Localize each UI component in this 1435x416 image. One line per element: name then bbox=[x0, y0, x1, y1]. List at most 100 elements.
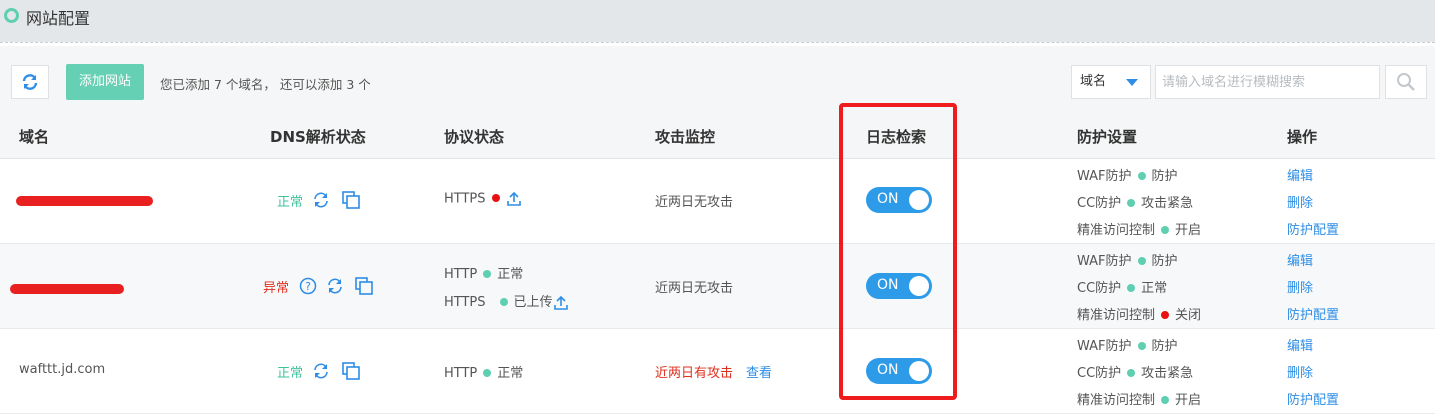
edit-link[interactable]: 编辑 bbox=[1287, 335, 1313, 354]
dns-status: 正常 bbox=[277, 366, 304, 381]
column-header-actions: 操作 bbox=[1287, 128, 1318, 146]
protection-name: WAF防护 bbox=[1077, 169, 1132, 184]
status-dot bbox=[1137, 341, 1146, 350]
protection-item: CC防护 攻击紧急 bbox=[1077, 192, 1193, 211]
protocol-status: HTTP 正常 bbox=[444, 263, 523, 282]
protection-item: WAF防护 防护 bbox=[1077, 165, 1178, 184]
protection-name: CC防护 bbox=[1077, 366, 1122, 381]
add-website-button[interactable]: 添加网站 bbox=[66, 64, 144, 100]
protection-value: 开启 bbox=[1175, 393, 1202, 408]
attack-status: 近两日无攻击 bbox=[655, 195, 734, 210]
protection-name: WAF防护 bbox=[1077, 254, 1132, 269]
protection-name: 精准访问控制 bbox=[1077, 308, 1156, 323]
delete-link[interactable]: 删除 bbox=[1287, 277, 1313, 296]
protocol-name: HTTP bbox=[444, 366, 478, 381]
protection-name: 精准访问控制 bbox=[1077, 393, 1156, 408]
column-header-log: 日志检索 bbox=[866, 128, 927, 146]
search-button[interactable] bbox=[1385, 65, 1427, 99]
protection-item: WAF防护 防护 bbox=[1077, 250, 1178, 269]
protection-config-link[interactable]: 防护配置 bbox=[1287, 219, 1339, 238]
protection-config-link[interactable]: 防护配置 bbox=[1287, 389, 1339, 408]
protocol-status: HTTP 正常 bbox=[444, 362, 523, 381]
protection-name: CC防护 bbox=[1077, 196, 1122, 211]
help-icon[interactable]: ? bbox=[299, 277, 317, 295]
status-dot bbox=[1161, 225, 1170, 234]
search-field-value: 域名 bbox=[1080, 74, 1107, 89]
protection-name: WAF防护 bbox=[1077, 339, 1132, 354]
status-dot bbox=[1127, 198, 1136, 207]
refresh-icon[interactable] bbox=[312, 362, 330, 380]
domain-name: wafttt.jd.com bbox=[19, 362, 106, 377]
protection-item: 精准访问控制 关闭 bbox=[1077, 304, 1201, 323]
status-dot bbox=[1137, 256, 1146, 265]
table-header: 域名 DNS解析状态 协议状态 攻击监控 日志检索 防护设置 操作 bbox=[0, 114, 1435, 159]
table-row: 正常 HTTPS 近两日无攻击 ON WAF防护 防护 CC防护 攻击紧急 精准访问… bbox=[0, 159, 1435, 244]
status-dot bbox=[1127, 283, 1136, 292]
status-dot bbox=[499, 297, 508, 306]
svg-text:?: ? bbox=[305, 280, 311, 293]
redacted-domain bbox=[10, 284, 124, 294]
edit-link[interactable]: 编辑 bbox=[1287, 250, 1313, 269]
refresh-icon bbox=[22, 74, 38, 90]
column-header-attack: 攻击监控 bbox=[655, 128, 716, 146]
protection-name: 精准访问控制 bbox=[1077, 223, 1156, 238]
dns-status: 正常 bbox=[277, 195, 304, 210]
copy-icon[interactable] bbox=[342, 191, 360, 209]
attack-status: 近两日无攻击 bbox=[655, 281, 734, 296]
toggle-knob bbox=[909, 276, 929, 296]
protection-value: 防护 bbox=[1151, 254, 1178, 269]
toggle-knob bbox=[909, 361, 929, 381]
toggle-label: ON bbox=[877, 191, 899, 207]
protocol-state: 正常 bbox=[497, 366, 524, 381]
toggle-label: ON bbox=[877, 277, 899, 293]
log-search-toggle[interactable]: ON bbox=[866, 273, 932, 299]
edit-link[interactable]: 编辑 bbox=[1287, 165, 1313, 184]
protection-value: 关闭 bbox=[1175, 308, 1202, 323]
divider bbox=[0, 42, 1435, 43]
toggle-label: ON bbox=[877, 362, 899, 378]
log-search-toggle[interactable]: ON bbox=[866, 358, 932, 384]
caret-down-icon bbox=[1126, 79, 1138, 86]
attack-status: 近两日有攻击 bbox=[655, 366, 734, 381]
column-header-protection: 防护设置 bbox=[1077, 128, 1138, 146]
copy-icon[interactable] bbox=[355, 277, 373, 295]
page-title: 网站配置 bbox=[26, 9, 91, 28]
search-field-select[interactable]: 域名 bbox=[1071, 65, 1151, 99]
view-attack-link[interactable]: 查看 bbox=[746, 362, 772, 381]
protection-name: CC防护 bbox=[1077, 281, 1122, 296]
search-icon bbox=[1397, 73, 1415, 91]
protection-value: 攻击紧急 bbox=[1141, 366, 1194, 381]
protection-item: WAF防护 防护 bbox=[1077, 335, 1178, 354]
upload-icon[interactable] bbox=[506, 191, 522, 207]
protection-item: 精准访问控制 开启 bbox=[1077, 219, 1201, 238]
copy-icon[interactable] bbox=[342, 362, 360, 380]
protocol-name: HTTPS bbox=[444, 295, 486, 310]
domain-quota-text: 您已添加 7 个域名， 还可以添加 3 个 bbox=[160, 77, 371, 92]
column-header-protocol: 协议状态 bbox=[444, 128, 505, 146]
status-dot bbox=[1161, 395, 1170, 404]
log-search-toggle[interactable]: ON bbox=[866, 187, 932, 213]
delete-link[interactable]: 删除 bbox=[1287, 192, 1313, 211]
refresh-icon[interactable] bbox=[326, 277, 344, 295]
protection-value: 开启 bbox=[1175, 223, 1202, 238]
protocol-status: HTTPS bbox=[444, 191, 522, 207]
protocol-name: HTTP bbox=[444, 267, 478, 282]
column-header-dns: DNS解析状态 bbox=[270, 128, 366, 146]
status-dot bbox=[483, 269, 492, 278]
protection-value: 攻击紧急 bbox=[1141, 196, 1194, 211]
delete-link[interactable]: 删除 bbox=[1287, 362, 1313, 381]
refresh-button[interactable] bbox=[11, 65, 49, 99]
toggle-knob bbox=[909, 190, 929, 210]
table-row: 异常 ? HTTP 正常 HTTPS 已上传 近两日无攻击 ON WAF防护 防护 C… bbox=[0, 244, 1435, 329]
search-input[interactable] bbox=[1155, 65, 1380, 99]
protection-config-link[interactable]: 防护配置 bbox=[1287, 304, 1339, 323]
protocol-name: HTTPS bbox=[444, 191, 486, 207]
toolbar: 添加网站 您已添加 7 个域名， 还可以添加 3 个 域名 bbox=[0, 46, 1435, 114]
table-row: wafttt.jd.com 正常 HTTP 正常 近两日有攻击 查看 ON WAF… bbox=[0, 329, 1435, 414]
circle-icon bbox=[4, 8, 19, 23]
protection-item: 精准访问控制 开启 bbox=[1077, 389, 1201, 408]
refresh-icon[interactable] bbox=[312, 191, 330, 209]
upload-icon[interactable] bbox=[553, 295, 569, 311]
protection-value: 防护 bbox=[1151, 339, 1178, 354]
status-dot bbox=[491, 194, 500, 202]
